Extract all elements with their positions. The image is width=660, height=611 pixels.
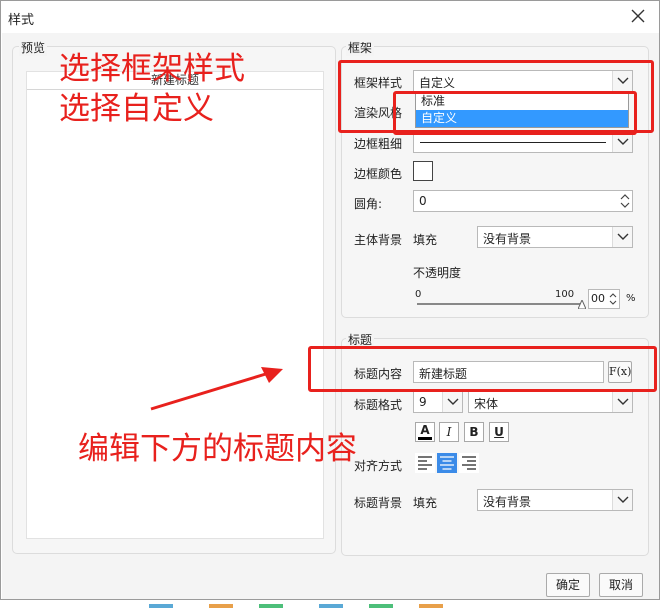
body-bg-select[interactable]: 没有背景 [477, 226, 633, 248]
bold-button[interactable]: B [464, 422, 484, 442]
align-label: 对齐方式 [354, 459, 403, 473]
title-bg-label: 标题背景 [354, 496, 403, 510]
align-center-icon [440, 456, 454, 470]
italic-button[interactable]: I [439, 422, 459, 442]
preview-canvas: 新建标题 [26, 71, 324, 539]
corner-stepper[interactable] [618, 191, 632, 211]
close-icon[interactable] [627, 5, 649, 27]
frame-style-select[interactable]: 自定义 [413, 70, 633, 92]
opacity-stepper[interactable] [607, 290, 619, 308]
title-bg-value: 没有背景 [483, 495, 532, 509]
cancel-button-label: 取消 [608, 578, 633, 592]
chevron-down-icon[interactable] [612, 490, 632, 510]
preview-chart-title: 新建标题 [27, 72, 323, 90]
body-bg-fill-label: 填充 [413, 233, 438, 247]
opacity-unit: % [626, 293, 636, 304]
frame-section-label: 框架 [346, 39, 375, 56]
underline-icon: U [494, 425, 504, 439]
title-section-label: 标题 [346, 331, 375, 348]
font-color-icon: A [420, 423, 430, 437]
render-style-label: 渲染风格 [354, 106, 403, 120]
title-bg-fill-label: 填充 [413, 496, 438, 510]
font-color-button[interactable]: A [415, 422, 435, 442]
formula-button-label: F(x) [609, 365, 632, 378]
preview-label: 预览 [19, 39, 48, 56]
title-bg-select[interactable]: 没有背景 [477, 489, 633, 511]
chevron-down-icon[interactable] [612, 132, 632, 152]
font-color-bar [418, 437, 432, 440]
chevron-down-icon[interactable] [612, 392, 632, 412]
body-bg-label: 主体背景 [354, 233, 403, 247]
chevron-down-icon[interactable] [612, 227, 632, 247]
corner-input[interactable]: 0 [413, 190, 633, 212]
ok-button-label: 确定 [555, 578, 580, 592]
align-right-icon [462, 456, 476, 470]
window-title: 样式 [8, 13, 35, 28]
title-content-value: 新建标题 [419, 367, 468, 381]
font-name-value: 宋体 [474, 397, 499, 411]
border-line-sample [420, 142, 606, 143]
border-width-select[interactable] [413, 131, 633, 153]
dropdown-option-custom[interactable]: 自定义 [416, 110, 628, 127]
corner-label: 圆角: [354, 197, 383, 211]
ok-button[interactable]: 确定 [546, 573, 590, 597]
opacity-slider-track[interactable] [417, 303, 582, 305]
cancel-button[interactable]: 取消 [599, 573, 643, 597]
font-size-value: 9 [419, 395, 427, 409]
italic-icon: I [446, 425, 452, 439]
opacity-slider-thumb[interactable] [577, 298, 587, 310]
frame-style-value: 自定义 [419, 76, 456, 90]
font-name-select[interactable]: 宋体 [468, 391, 633, 413]
border-color-swatch[interactable] [413, 161, 433, 181]
bold-icon: B [469, 425, 479, 439]
title-content-input[interactable]: 新建标题 [413, 361, 604, 383]
title-bar: 样式 [1, 1, 659, 33]
title-content-label: 标题内容 [354, 367, 403, 381]
opacity-max-label: 100 [555, 289, 575, 300]
chevron-down-icon[interactable] [442, 392, 462, 412]
opacity-min-label: 0 [415, 289, 422, 300]
annotation-arrow [150, 367, 283, 411]
underline-button[interactable]: U [489, 422, 509, 442]
frame-style-dropdown[interactable]: 标准 自定义 [415, 92, 629, 128]
formula-button[interactable]: F(x) [608, 361, 632, 383]
opacity-input[interactable]: 00 [588, 289, 620, 309]
chevron-down-icon[interactable] [612, 71, 632, 91]
align-center-button[interactable] [437, 453, 457, 473]
style-dialog: 样式 预览 新建标题 框架 框架样式 自定义 渲染风格 边框粗细 边框颜色 圆角… [0, 0, 660, 608]
opacity-label: 不透明度 [413, 266, 462, 280]
border-color-label: 边框颜色 [354, 167, 403, 181]
dropdown-option-standard[interactable]: 标准 [416, 93, 628, 110]
frame-style-label: 框架样式 [354, 76, 403, 90]
background-strip [1, 597, 660, 608]
align-right-button[interactable] [459, 453, 479, 473]
opacity-input-value: 00 [591, 292, 605, 305]
corner-value: 0 [419, 194, 427, 208]
title-format-label: 标题格式 [354, 398, 403, 412]
body-bg-value: 没有背景 [483, 232, 532, 246]
align-left-icon [418, 456, 432, 470]
align-left-button[interactable] [415, 453, 435, 473]
font-size-select[interactable]: 9 [413, 391, 463, 413]
border-width-label: 边框粗细 [354, 137, 403, 151]
